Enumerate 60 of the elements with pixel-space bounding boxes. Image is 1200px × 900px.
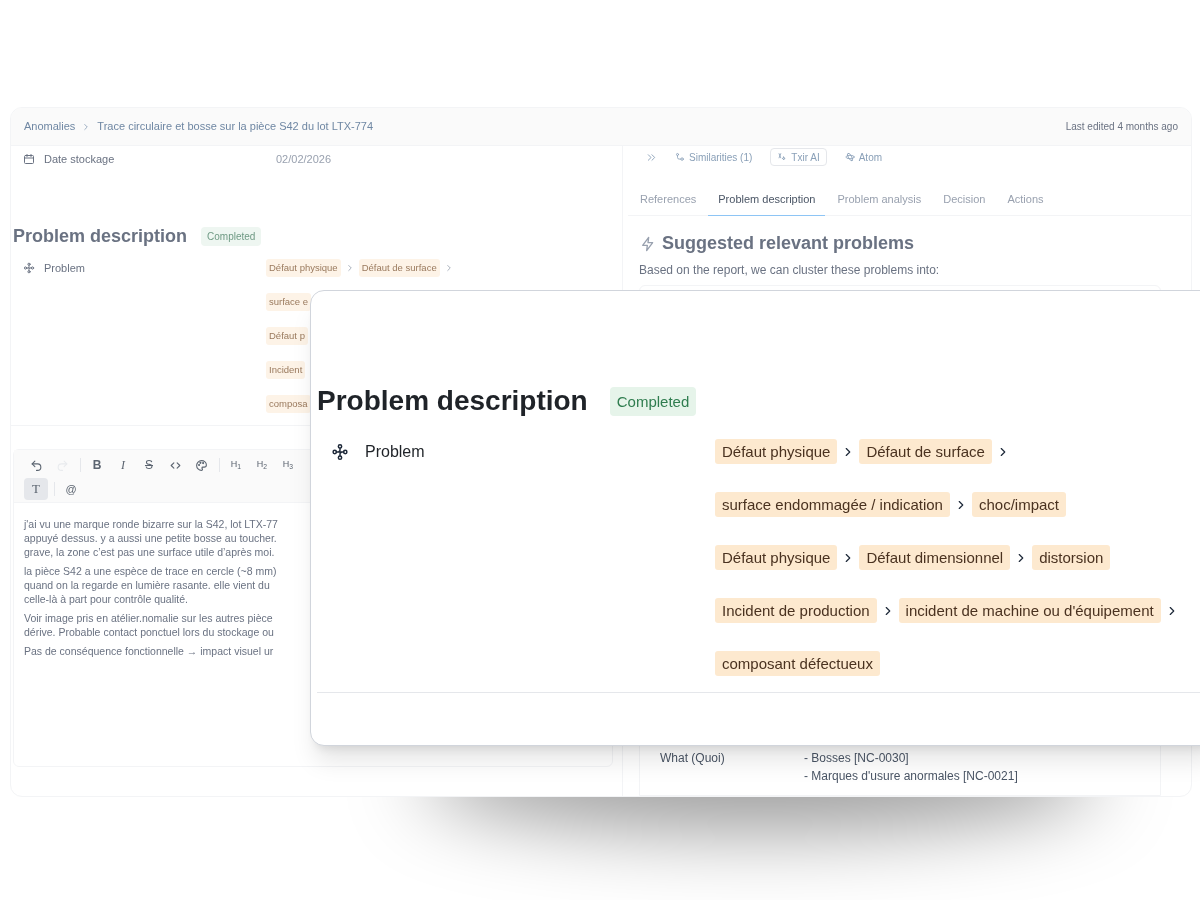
category-tag: Défaut p <box>266 327 308 345</box>
category-tag: surface endommagée / indication <box>715 492 950 517</box>
strike-button[interactable]: S <box>137 454 161 476</box>
paragraph-text: j'ai vu une marque ronde bizarre sur la S42, lot LTX-77 appuyé dessus. y a aussi une petite bosse au toucher. grave, la zone c’est pas une surface utile d’après moi. <box>24 517 279 559</box>
suggestions-title: Suggested relevant problems <box>662 232 915 255</box>
heading-button[interactable]: H$_{3}$ <box>276 454 300 476</box>
text-button[interactable]: T <box>24 478 48 500</box>
tab[interactable]: References <box>630 184 707 216</box>
tab[interactable]: Problem analysis <box>827 184 932 216</box>
breadcrumb-link[interactable]: Anomalies <box>24 118 76 135</box>
paragraph-text: Voir image pris en atélier.nomalie sur les autres pièce dérive. Probable contact ponctuel lors du stockage ou <box>24 611 275 639</box>
heading-button[interactable]: H$_{1}$ <box>224 454 248 476</box>
category-tag: incident de machine ou d'équipement <box>898 598 1161 623</box>
category-tag: composa <box>266 395 311 413</box>
category-tag: Défaut de surface <box>859 439 992 464</box>
heading-button[interactable]: H$_{2}$ <box>250 454 274 476</box>
tab[interactable]: Actions <box>997 184 1054 216</box>
field-label: Problem <box>44 260 85 276</box>
category-tag: Défaut physique <box>715 545 838 570</box>
field-label: Date stockage <box>44 151 116 167</box>
paragraph-text: la pièce S42 a une espèce de trace en cercle (~8 mm) quand on la regarde en lumière rasante. elle vient du celle-là à part pour contrôle qualité. <box>24 564 278 606</box>
suggestions-subtitle: Based on the report, we can cluster these problems into: <box>638 262 941 279</box>
category-tag: Défaut physique <box>266 259 341 277</box>
category-tag: choc/impact <box>971 492 1066 517</box>
last-edited-text: Last edited 4 months ago <box>1065 120 1178 134</box>
paragraph-text: Pas de conséquence fonctionnelle → impact visuel ur <box>24 644 275 658</box>
category-tag: Défaut dimensionnel <box>859 545 1011 570</box>
field-label: Problem <box>365 441 425 462</box>
bold-button[interactable]: B <box>85 454 109 476</box>
mention-button[interactable]: @ <box>59 478 83 500</box>
row-label: What (Quoi) <box>660 750 726 767</box>
list-item-text: - Marques d'usure anormales [NC-0021] <box>804 768 1018 785</box>
toolbar-button[interactable]: Txir AI <box>770 148 827 166</box>
toolbar-button[interactable]: Similarities (1) <box>675 149 753 165</box>
category-tag: Défaut de surface <box>358 259 440 277</box>
category-tag: Défaut physique <box>715 439 838 464</box>
status-badge: Completed <box>201 226 262 246</box>
category-tag: distorsion <box>1032 545 1111 570</box>
tab[interactable]: Decision <box>933 184 996 216</box>
problem-icon <box>23 262 35 274</box>
category-tag: composant défectueux <box>715 651 880 676</box>
category-tag: surface e <box>266 293 312 311</box>
sparkle-icon <box>777 152 788 162</box>
breadcrumb-link[interactable]: Trace circulaire et bosse sur la pièce S42 du lot LTX-774 <box>97 118 374 135</box>
category-tag: Incident <box>266 361 306 379</box>
status-badge: Completed <box>609 386 697 416</box>
toolbar-button[interactable]: Atom <box>844 149 883 165</box>
problem-icon <box>331 442 349 461</box>
italic-button[interactable]: I <box>111 454 135 476</box>
lightning-icon <box>640 235 656 252</box>
calendar-icon <box>23 153 35 165</box>
category-tag: Incident de production <box>715 598 877 623</box>
section-title: Problem description <box>317 384 588 418</box>
collapse-icon <box>646 151 657 163</box>
field-value: 02/02/2026 <box>276 151 332 167</box>
atom-icon <box>844 152 855 162</box>
list-item-text: - Bosses [NC-0030] <box>804 750 910 767</box>
branch-icon <box>675 152 685 162</box>
section-title: Problem description <box>13 224 188 248</box>
tab[interactable]: Problem description <box>708 184 826 216</box>
